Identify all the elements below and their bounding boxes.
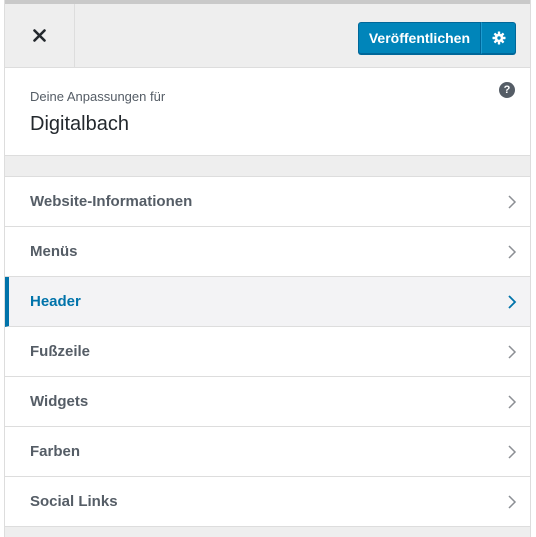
menu-item-menus[interactable]: Menüs xyxy=(5,227,530,277)
site-title: Digitalbach xyxy=(30,113,129,135)
menu-item-header[interactable]: Header xyxy=(5,277,530,327)
menu-item-label: Social Links xyxy=(30,493,118,510)
menu-item-farben[interactable]: Farben xyxy=(5,427,530,477)
customizer-menu: Website-Informationen Menüs Header Fußze… xyxy=(5,176,530,527)
close-icon xyxy=(33,29,46,42)
menu-item-fusszeile[interactable]: Fußzeile xyxy=(5,327,530,377)
menu-item-social-links[interactable]: Social Links xyxy=(5,477,530,527)
publish-button[interactable]: Veröffentlichen xyxy=(357,22,481,54)
chevron-right-icon xyxy=(508,244,517,259)
chevron-right-icon xyxy=(508,444,517,459)
customizer-info: Deine Anpassungen für Digitalbach ? xyxy=(5,68,530,156)
chevron-right-icon xyxy=(508,494,517,509)
info-label: Deine Anpassungen für xyxy=(30,89,166,104)
customizer-sidebar: Veröffentlichen Deine Anpassungen für Di… xyxy=(4,0,531,537)
publish-group: Veröffentlichen xyxy=(357,22,516,54)
chevron-right-icon xyxy=(508,194,517,209)
menu-item-label: Menüs xyxy=(30,243,78,260)
menu-item-label: Website-Informationen xyxy=(30,193,193,210)
menu-item-label: Farben xyxy=(30,443,81,460)
chevron-right-icon xyxy=(508,394,517,409)
close-button[interactable] xyxy=(5,4,75,67)
menu-item-website-informationen[interactable]: Website-Informationen xyxy=(5,177,530,227)
menu-item-label: Header xyxy=(30,293,81,310)
menu-item-label: Fußzeile xyxy=(30,343,91,360)
menu-item-widgets[interactable]: Widgets xyxy=(5,377,530,427)
gear-icon xyxy=(492,31,505,45)
help-icon[interactable]: ? xyxy=(499,82,515,98)
chevron-right-icon xyxy=(508,344,517,359)
customizer-header: Veröffentlichen xyxy=(5,4,530,68)
menu-item-label: Widgets xyxy=(30,393,89,410)
publish-settings-button[interactable] xyxy=(481,22,516,54)
chevron-right-icon xyxy=(508,294,517,309)
